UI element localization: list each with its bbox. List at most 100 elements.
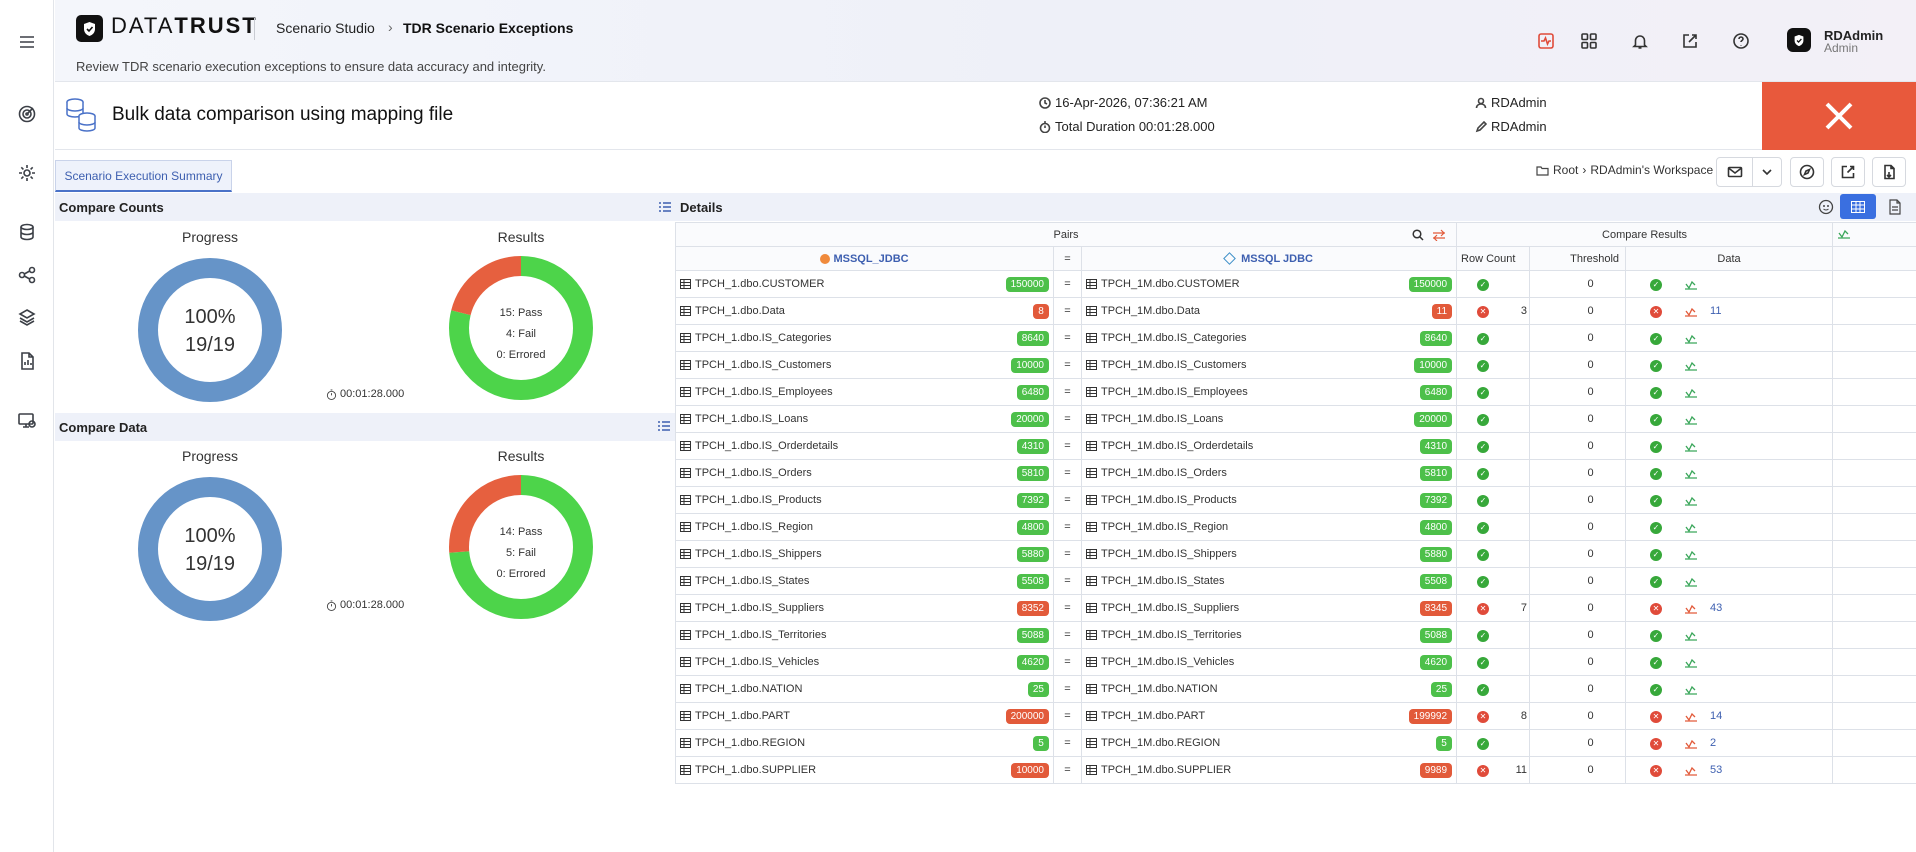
target-table-name[interactable]: TPCH_1M.dbo.IS_Products: [1101, 494, 1237, 506]
target-table-name[interactable]: TPCH_1M.dbo.IS_Territories: [1101, 629, 1242, 641]
source-table-cell[interactable]: TPCH_1.dbo.IS_Suppliers 8352: [675, 594, 1054, 622]
table-row[interactable]: TPCH_1.dbo.IS_Loans 20000 = TPCH_1M.dbo.IS_…: [675, 405, 1916, 433]
table-row[interactable]: TPCH_1.dbo.IS_Categories 8640 = TPCH_1M.dbo…: [675, 324, 1916, 352]
table-row[interactable]: TPCH_1.dbo.IS_Products 7392 = TPCH_1M.dbo.I…: [675, 486, 1916, 514]
report-icon[interactable]: [13, 347, 41, 375]
source-table-cell[interactable]: TPCH_1.dbo.IS_Customers 10000: [675, 351, 1054, 379]
list-view-icon[interactable]: [657, 420, 671, 432]
source-table-name[interactable]: TPCH_1.dbo.REGION: [695, 737, 805, 749]
source-table-name[interactable]: TPCH_1.dbo.IS_Region: [695, 521, 813, 533]
database-icon[interactable]: [13, 218, 41, 246]
data-compare-icon[interactable]: [1684, 278, 1698, 290]
grid-view-button[interactable]: [1840, 194, 1876, 219]
breadcrumb-scenario-studio[interactable]: Scenario Studio: [276, 20, 375, 36]
source-table-cell[interactable]: TPCH_1.dbo.PART 200000: [675, 702, 1054, 730]
data-compare-icon[interactable]: [1684, 440, 1698, 452]
source-table-cell[interactable]: TPCH_1.dbo.Data 8: [675, 297, 1054, 325]
close-button[interactable]: [1762, 82, 1916, 150]
source-table-name[interactable]: TPCH_1.dbo.IS_Shippers: [695, 548, 822, 560]
source-table-cell[interactable]: TPCH_1.dbo.IS_Territories 5088: [675, 621, 1054, 649]
target-table-name[interactable]: TPCH_1M.dbo.IS_Orders: [1101, 467, 1227, 479]
search-icon[interactable]: [1412, 229, 1424, 241]
target-table-cell[interactable]: TPCH_1M.dbo.IS_Vehicles 4620: [1080, 648, 1458, 676]
source-table-name[interactable]: TPCH_1.dbo.IS_Employees: [695, 386, 833, 398]
workspace-breadcrumb[interactable]: Root › RDAdmin's Workspace: [1536, 163, 1713, 177]
source-table-cell[interactable]: TPCH_1.dbo.IS_Shippers 5880: [675, 540, 1054, 568]
email-button[interactable]: [1716, 157, 1753, 187]
target-table-cell[interactable]: TPCH_1M.dbo.Data 11: [1080, 297, 1458, 325]
data-compare-icon[interactable]: [1684, 629, 1698, 641]
data-compare-icon[interactable]: [1684, 386, 1698, 398]
workflow-icon[interactable]: [13, 261, 41, 289]
table-row[interactable]: TPCH_1.dbo.CUSTOMER 150000 = TPCH_1M.dbo.CU…: [675, 270, 1916, 298]
target-table-name[interactable]: TPCH_1M.dbo.IS_States: [1101, 575, 1225, 587]
apps-grid-icon[interactable]: [1578, 30, 1600, 52]
user-avatar-icon[interactable]: [1787, 28, 1811, 52]
table-row[interactable]: TPCH_1.dbo.SUPPLIER 10000 = TPCH_1M.dbo.SUP…: [675, 756, 1916, 784]
source-table-name[interactable]: TPCH_1.dbo.IS_States: [695, 575, 809, 587]
data-compare-icon[interactable]: [1684, 602, 1698, 614]
target-table-name[interactable]: TPCH_1M.dbo.IS_Region: [1101, 521, 1228, 533]
source-table-name[interactable]: TPCH_1.dbo.IS_Categories: [695, 332, 831, 344]
data-diff-link[interactable]: 43: [1710, 602, 1722, 614]
table-row[interactable]: TPCH_1.dbo.IS_Orderdetails 4310 = TPCH_1M.d…: [675, 432, 1916, 460]
table-row[interactable]: TPCH_1.dbo.NATION 25 = TPCH_1M.dbo.NATION 25…: [675, 675, 1916, 703]
source-table-cell[interactable]: TPCH_1.dbo.IS_Vehicles 4620: [675, 648, 1054, 676]
list-view-icon[interactable]: [658, 201, 672, 213]
target-icon[interactable]: [13, 100, 41, 128]
data-compare-icon[interactable]: [1684, 494, 1698, 506]
data-compare-icon[interactable]: [1684, 305, 1698, 317]
external-link-icon[interactable]: [1679, 30, 1701, 52]
target-table-name[interactable]: TPCH_1M.dbo.IS_Loans: [1101, 413, 1223, 425]
table-row[interactable]: TPCH_1.dbo.IS_Region 4800 = TPCH_1M.dbo.IS_…: [675, 513, 1916, 541]
compare-filter-icon[interactable]: [1432, 229, 1446, 241]
source-table-cell[interactable]: TPCH_1.dbo.IS_Products 7392: [675, 486, 1054, 514]
source-table-cell[interactable]: TPCH_1.dbo.IS_States 5508: [675, 567, 1054, 595]
monitor-icon[interactable]: [13, 406, 41, 434]
settings-icon[interactable]: [13, 159, 41, 187]
target-table-name[interactable]: TPCH_1M.dbo.IS_Customers: [1101, 359, 1247, 371]
table-row[interactable]: TPCH_1.dbo.REGION 5 = TPCH_1M.dbo.REGION 5 ✓ 0…: [675, 729, 1916, 757]
notification-bell-icon[interactable]: [1629, 30, 1651, 52]
activity-icon[interactable]: [1535, 30, 1557, 52]
table-row[interactable]: TPCH_1.dbo.IS_Territories 5088 = TPCH_1M.db…: [675, 621, 1916, 649]
data-compare-icon[interactable]: [1684, 656, 1698, 668]
data-diff-link[interactable]: 53: [1710, 764, 1722, 776]
data-diff-link[interactable]: 11: [1710, 305, 1721, 317]
source-table-cell[interactable]: TPCH_1.dbo.SUPPLIER 10000: [675, 756, 1054, 784]
target-table-cell[interactable]: TPCH_1M.dbo.NATION 25: [1080, 675, 1458, 703]
source-table-cell[interactable]: TPCH_1.dbo.IS_Orderdetails 4310: [675, 432, 1054, 460]
source-table-name[interactable]: TPCH_1.dbo.SUPPLIER: [695, 764, 816, 776]
email-dropdown-button[interactable]: [1752, 157, 1782, 187]
table-row[interactable]: TPCH_1.dbo.PART 200000 = TPCH_1M.dbo.PART 19…: [675, 702, 1916, 730]
target-table-cell[interactable]: TPCH_1M.dbo.IS_Products 7392: [1080, 486, 1458, 514]
source-table-name[interactable]: TPCH_1.dbo.IS_Customers: [695, 359, 831, 371]
source-table-name[interactable]: TPCH_1.dbo.NATION: [695, 683, 802, 695]
target-table-name[interactable]: TPCH_1M.dbo.IS_Shippers: [1101, 548, 1237, 560]
help-icon[interactable]: [1730, 30, 1752, 52]
target-table-cell[interactable]: TPCH_1M.dbo.REGION 5: [1080, 729, 1458, 757]
source-table-cell[interactable]: TPCH_1.dbo.REGION 5: [675, 729, 1054, 757]
source-table-name[interactable]: TPCH_1.dbo.IS_Territories: [695, 629, 826, 641]
table-row[interactable]: TPCH_1.dbo.IS_Customers 10000 = TPCH_1M.dbo…: [675, 351, 1916, 379]
target-table-name[interactable]: TPCH_1M.dbo.IS_Employees: [1101, 386, 1248, 398]
source-table-name[interactable]: TPCH_1.dbo.IS_Orders: [695, 467, 812, 479]
menu-icon[interactable]: [13, 28, 41, 56]
source-table-name[interactable]: TPCH_1.dbo.IS_Products: [695, 494, 822, 506]
data-compare-icon[interactable]: [1684, 683, 1698, 695]
source-table-name[interactable]: TPCH_1.dbo.IS_Orderdetails: [695, 440, 838, 452]
source-table-name[interactable]: TPCH_1.dbo.CUSTOMER: [695, 278, 824, 290]
layers-icon[interactable]: [13, 303, 41, 331]
ai-assistant-icon[interactable]: [1818, 199, 1834, 215]
tab-scenario-execution-summary[interactable]: Scenario Execution Summary: [55, 160, 232, 192]
target-table-cell[interactable]: TPCH_1M.dbo.IS_Categories 8640: [1080, 324, 1458, 352]
table-row[interactable]: TPCH_1.dbo.IS_Employees 6480 = TPCH_1M.dbo.…: [675, 378, 1916, 406]
source-table-name[interactable]: TPCH_1.dbo.IS_Loans: [695, 413, 808, 425]
source-table-cell[interactable]: TPCH_1.dbo.NATION 25: [675, 675, 1054, 703]
data-compare-icon[interactable]: [1684, 764, 1698, 776]
table-row[interactable]: TPCH_1.dbo.IS_Orders 5810 = TPCH_1M.dbo.IS_…: [675, 459, 1916, 487]
source-table-cell[interactable]: TPCH_1.dbo.IS_Loans 20000: [675, 405, 1054, 433]
target-table-name[interactable]: TPCH_1M.dbo.NATION: [1101, 683, 1218, 695]
data-compare-icon[interactable]: [1684, 413, 1698, 425]
target-table-name[interactable]: TPCH_1M.dbo.SUPPLIER: [1101, 764, 1231, 776]
